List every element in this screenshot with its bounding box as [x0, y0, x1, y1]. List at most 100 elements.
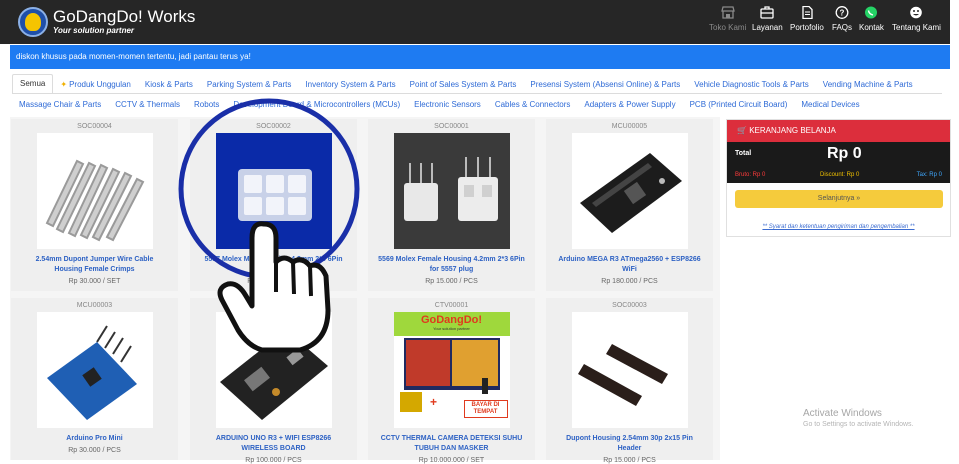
announcement-bar: diskon khusus pada momen-momen tertentu,… — [10, 45, 950, 69]
product-price: Rp 30.000 / SET — [68, 278, 121, 285]
activate-windows-title: Activate Windows — [803, 408, 882, 419]
tab-robots[interactable]: Robots — [187, 100, 226, 109]
product-name[interactable]: CCTV THERMAL CAMERA DETEKSI SUHU TUBUH D… — [368, 434, 535, 454]
product-image[interactable] — [36, 133, 153, 249]
product-name[interactable]: Arduino MEGA R3 ATmega2560 + ESP8266 WiF… — [546, 255, 713, 275]
nav-label: Tentang Kami — [892, 23, 941, 32]
product-price: Rp 10.000.000 / SET — [418, 457, 485, 464]
nav-label: FAQs — [832, 23, 853, 32]
terms-link[interactable]: ** Syarat dan ketentuan pengiriman dan p… — [727, 224, 950, 230]
tab-medical[interactable]: Medical Devices — [794, 100, 866, 109]
product-price: Rp 15.000 / PCS — [425, 278, 478, 285]
cart-title: KERANJANG BELANJA — [749, 126, 836, 135]
sparkle-icon: ✦ — [60, 79, 68, 89]
product-code: MCU00005 — [611, 123, 648, 130]
cart-bruto: Bruto: Rp 0 — [735, 172, 766, 178]
question-icon: ? — [835, 6, 849, 19]
product-card[interactable]: MCU00002 ARDUINO UNO R3 + WIFI ESP8266 W… — [190, 298, 357, 464]
top-navbar: GoDangDo! Works Your solution partner To… — [0, 0, 950, 44]
tab-inventory[interactable]: Inventory System & Parts — [298, 80, 402, 89]
tab-pos[interactable]: Point of Sales System & Parts — [403, 80, 524, 89]
shopping-cart-panel: 🛒 KERANJANG BELANJA Total Rp 0 Bruto: Rp… — [726, 119, 951, 237]
tab-parking[interactable]: Parking System & Parts — [200, 80, 298, 89]
nav-layanan[interactable]: Layanan — [752, 6, 783, 32]
smiley-icon — [910, 6, 923, 19]
product-code: SOC00002 — [256, 123, 291, 130]
product-price: Rp 30.000 / PCS — [68, 447, 121, 454]
product-image[interactable] — [571, 312, 688, 428]
product-image[interactable] — [571, 133, 688, 249]
product-card[interactable]: SOC00004 2.54mm Dupont Jumper Wire Cable… — [11, 119, 178, 291]
activate-windows-subtitle: Go to Settings to activate Windows. — [803, 421, 914, 428]
whatsapp-icon — [865, 6, 878, 19]
product-image[interactable] — [215, 133, 332, 249]
cart-icon: 🛒 — [737, 126, 747, 135]
product-price: Rp 15.000 / PCS — [247, 278, 300, 285]
cart-tax: Tax: Rp 0 — [916, 172, 942, 178]
nav-label: Portofolio — [790, 23, 824, 32]
nav-toko-kami[interactable]: Toko Kami — [709, 6, 746, 32]
brand-logo[interactable] — [18, 7, 48, 37]
briefcase-icon — [760, 6, 774, 19]
tab-vending[interactable]: Vending Machine & Parts — [816, 80, 920, 89]
product-code: MCU00002 — [255, 302, 292, 309]
product-card[interactable]: CTV00001 GoDangDo! Your solution partner… — [368, 298, 535, 464]
product-name[interactable]: Dupont Housing 2.54mm 30p 2x15 Pin Heade… — [546, 434, 713, 454]
tab-kiosk[interactable]: Kiosk & Parts — [138, 80, 200, 89]
svg-text:?: ? — [840, 9, 845, 18]
brand-tagline: Your solution partner — [53, 26, 135, 35]
store-icon — [720, 6, 735, 19]
cart-total-value: Rp 0 — [827, 145, 862, 162]
tab-presensi[interactable]: Presensi System (Absensi Online) & Parts — [523, 80, 687, 89]
nav-label: Toko Kami — [709, 23, 747, 32]
product-card[interactable]: MCU00003 Arduino Pro Mini Rp 30.000 / PC… — [11, 298, 178, 460]
nav-portofolio[interactable]: Portofolio — [790, 6, 824, 32]
cart-header: 🛒 KERANJANG BELANJA — [727, 120, 950, 142]
product-name[interactable]: 5569 Molex Female Housing 4.2mm 2*3 6Pin… — [368, 255, 535, 275]
product-image[interactable] — [393, 133, 510, 249]
tab-semua[interactable]: Semua — [12, 74, 54, 94]
category-tabs: Semua ✦ Produk Unggulan Kiosk & Parts Par… — [12, 74, 942, 114]
svg-text:+: + — [430, 395, 437, 409]
product-name[interactable]: 2.54mm Dupont Jumper Wire Cable Housing … — [11, 255, 178, 275]
product-code: CTV00001 — [434, 302, 469, 309]
product-card[interactable]: SOC00003 Dupont Housing 2.54mm 30p 2x15 … — [546, 298, 713, 464]
nav-label: Layanan — [752, 23, 783, 32]
product-card[interactable]: SOC00002 5557 Molex Male Housing 4.2mm 2… — [190, 119, 357, 291]
tab-label: Produk Unggulan — [69, 79, 131, 89]
cart-discount: Discount: Rp 0 — [820, 172, 860, 178]
product-code: MCU00003 — [76, 302, 113, 309]
nav-faqs[interactable]: ? FAQs — [832, 6, 852, 32]
tab-devboard[interactable]: Development Board & Microcontrollers (MC… — [226, 100, 407, 109]
product-card[interactable]: SOC00001 5569 Molex Female Housing 4.2mm… — [368, 119, 535, 291]
product-price: Rp 100.000 / PCS — [245, 457, 302, 464]
tab-massage[interactable]: Massage Chair & Parts — [12, 100, 108, 109]
product-card[interactable]: MCU00005 Arduino MEGA R3 ATmega2560 + ES… — [546, 119, 713, 291]
product-price: Rp 15.000 / PCS — [603, 457, 656, 464]
nav-kontak[interactable]: Kontak — [859, 6, 884, 32]
product-image[interactable] — [36, 312, 153, 428]
brand-name[interactable]: GoDangDo! Works — [53, 7, 195, 27]
cod-badge: BAYAR DI TEMPAT — [463, 400, 508, 418]
document-icon — [802, 6, 813, 19]
product-code: SOC00004 — [77, 123, 112, 130]
tab-vehicle[interactable]: Vehicle Diagnostic Tools & Parts — [687, 80, 816, 89]
cart-total-label: Total — [735, 150, 752, 157]
tab-cctv[interactable]: CCTV & Thermals — [108, 100, 187, 109]
product-code: SOC00001 — [434, 123, 469, 130]
next-button[interactable]: Selanjutnya » — [735, 190, 943, 208]
product-price: Rp 180.000 / PCS — [601, 278, 658, 285]
tab-produk-unggulan[interactable]: ✦ Produk Unggulan — [53, 80, 138, 89]
nav-tentang-kami[interactable]: Tentang Kami — [892, 6, 941, 32]
product-name[interactable]: ARDUINO UNO R3 + WIFI ESP8266 WIRELESS B… — [190, 434, 357, 454]
tab-cables[interactable]: Cables & Connectors — [488, 100, 578, 109]
tab-sensors[interactable]: Electronic Sensors — [407, 100, 488, 109]
product-image[interactable] — [215, 312, 332, 428]
product-image[interactable]: GoDangDo! Your solution partner + BAYAR … — [393, 312, 510, 428]
product-name[interactable]: 5557 Molex Male Housing 4.2mm 2*3 6Pin f… — [190, 255, 357, 275]
product-name[interactable]: Arduino Pro Mini — [11, 434, 178, 444]
product-code: SOC00003 — [612, 302, 647, 309]
tab-pcb[interactable]: PCB (Printed Circuit Board) — [683, 100, 795, 109]
tab-adapters[interactable]: Adapters & Power Supply — [577, 100, 682, 109]
nav-label: Kontak — [859, 23, 884, 32]
